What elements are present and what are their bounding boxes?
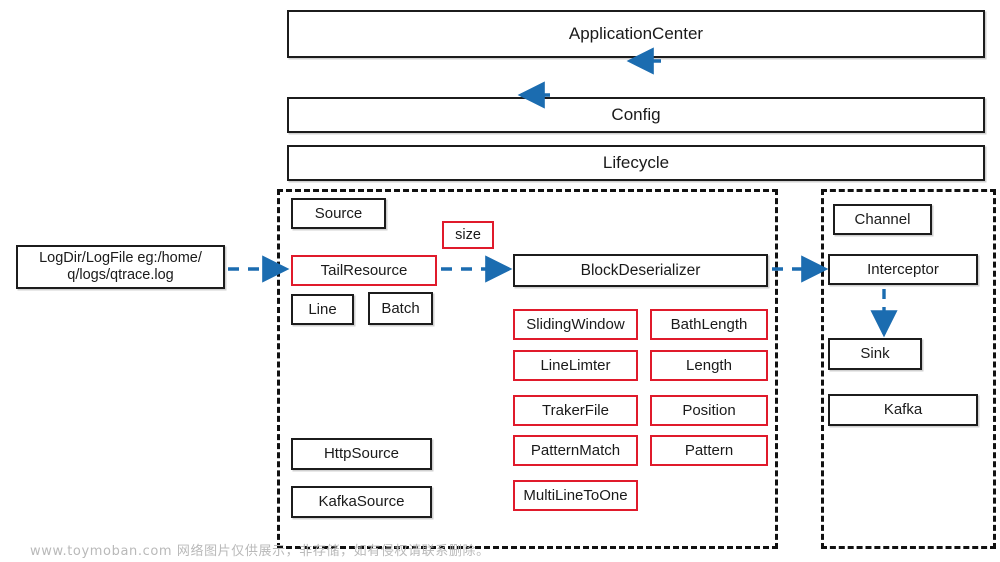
- interceptor-box: Interceptor: [828, 254, 978, 285]
- position-label: Position: [682, 401, 736, 419]
- block-deserializer-box: BlockDeserializer: [513, 254, 768, 287]
- kafka-box: Kafka: [828, 394, 978, 426]
- sliding-window-label: SlidingWindow: [526, 315, 625, 333]
- application-center-box: ApplicationCenter: [287, 10, 985, 58]
- source-box: Source: [291, 198, 386, 229]
- tail-resource-box: TailResource: [291, 255, 437, 286]
- block-deserializer-label: BlockDeserializer: [580, 261, 701, 279]
- batch-box: Batch: [368, 292, 433, 325]
- log-path-input-node: LogDir/LogFile eg:/home/ q/logs/qtrace.l…: [16, 245, 225, 289]
- multi-line-to-one-label: MultiLineToOne: [523, 486, 628, 504]
- bath-length-label: BathLength: [670, 315, 748, 333]
- log-path-line-2: q/logs/qtrace.log: [67, 267, 174, 283]
- pattern-box: Pattern: [650, 435, 768, 466]
- kafka-source-label: KafkaSource: [318, 493, 405, 511]
- lifecycle-box: Lifecycle: [287, 145, 985, 181]
- lifecycle-label: Lifecycle: [602, 153, 670, 173]
- application-center-label: ApplicationCenter: [568, 24, 704, 44]
- sliding-window-box: SlidingWindow: [513, 309, 638, 340]
- config-box: Config: [287, 97, 985, 133]
- traker-file-box: TrakerFile: [513, 395, 638, 426]
- line-label: Line: [308, 300, 337, 318]
- length-label: Length: [686, 356, 732, 374]
- line-box: Line: [291, 294, 354, 325]
- length-box: Length: [650, 350, 768, 381]
- config-label: Config: [611, 105, 661, 125]
- kafka-source-box: KafkaSource: [291, 486, 432, 518]
- position-box: Position: [650, 395, 768, 426]
- http-source-box: HttpSource: [291, 438, 432, 470]
- watermark-text: www.toymoban.com 网络图片仅供展示，非存储，如有侵权请联系删除。: [30, 544, 490, 559]
- pattern-match-label: PatternMatch: [530, 441, 621, 459]
- diagram-canvas: ApplicationCenter Config Lifecycle LogDi…: [0, 0, 1000, 562]
- tail-resource-label: TailResource: [320, 261, 408, 279]
- line-limter-label: LineLimter: [540, 356, 611, 374]
- source-label: Source: [314, 204, 363, 222]
- traker-file-label: TrakerFile: [542, 401, 609, 419]
- sink-box: Sink: [828, 338, 922, 370]
- multi-line-to-one-box: MultiLineToOne: [513, 480, 638, 511]
- pattern-label: Pattern: [684, 441, 734, 459]
- batch-label: Batch: [381, 299, 420, 317]
- channel-label: Channel: [854, 210, 911, 228]
- kafka-label: Kafka: [883, 401, 923, 419]
- size-label: size: [455, 226, 481, 243]
- bath-length-box: BathLength: [650, 309, 768, 340]
- pattern-match-box: PatternMatch: [513, 435, 638, 466]
- size-badge: size: [442, 221, 494, 249]
- line-limter-box: LineLimter: [513, 350, 638, 381]
- channel-box: Channel: [833, 204, 932, 235]
- http-source-label: HttpSource: [323, 445, 400, 463]
- interceptor-label: Interceptor: [867, 260, 939, 278]
- log-path-line-1: LogDir/LogFile eg:/home/: [39, 250, 202, 267]
- sink-label: Sink: [860, 345, 890, 363]
